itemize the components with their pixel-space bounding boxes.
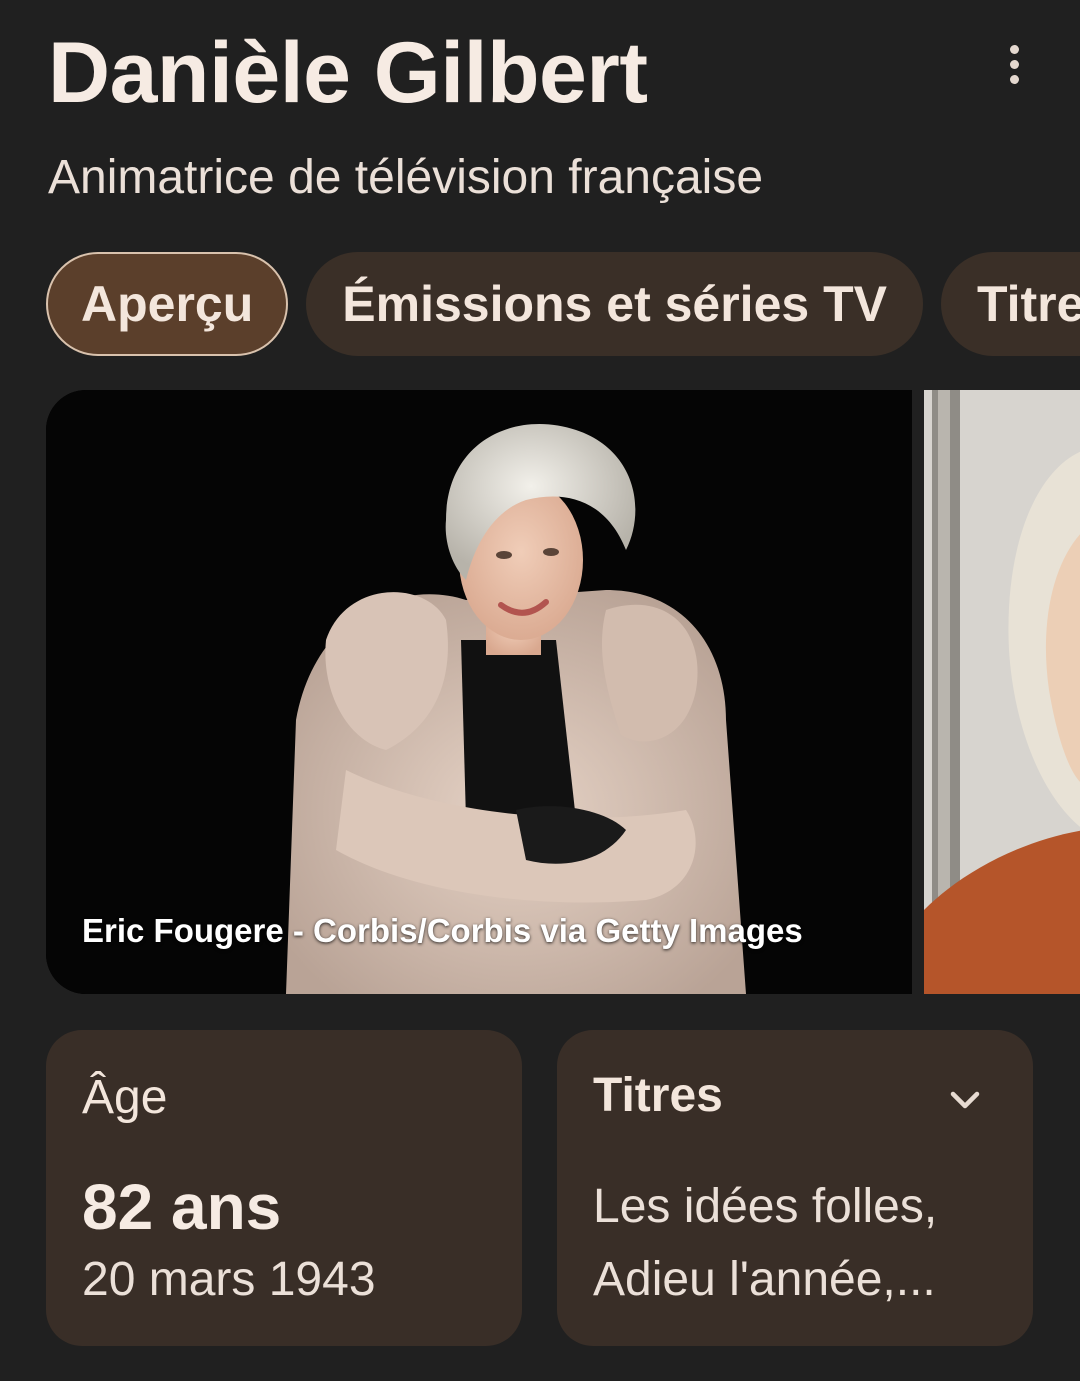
dot — [1009, 59, 1019, 69]
tab-bar: Aperçu Émissions et séries TV Titres — [46, 252, 1080, 356]
main-photo[interactable]: Eric Fougere - Corbis/Corbis via Getty I… — [46, 390, 912, 994]
birth-date: 20 mars 1943 — [82, 1253, 376, 1306]
titles-summary: Les idées folles, Adieu l'année,... — [593, 1180, 938, 1306]
portrait-image-secondary — [924, 390, 1080, 994]
secondary-photo[interactable] — [924, 390, 1080, 994]
age-label: Âge — [82, 1071, 168, 1124]
more-options-icon[interactable] — [996, 40, 1032, 88]
tab-emissions-series-tv[interactable]: Émissions et séries TV — [306, 252, 923, 356]
age-card[interactable]: Âge 82 ans 20 mars 1943 — [46, 1030, 522, 1346]
tab-titres[interactable]: Titres — [940, 252, 1080, 356]
tab-apercu[interactable]: Aperçu — [46, 252, 289, 356]
chevron-down-icon[interactable] — [945, 1080, 985, 1120]
photo-credit: Eric Fougere - Corbis/Corbis via Getty I… — [82, 912, 803, 949]
dot — [1009, 74, 1019, 84]
titles-card[interactable]: Titres Les idées folles, Adieu l'année,.… — [557, 1030, 1033, 1346]
page-title: Danièle Gilbert — [48, 25, 648, 121]
dot — [1009, 44, 1019, 54]
titles-label: Titres — [593, 1069, 723, 1122]
age-value: 82 ans — [82, 1171, 282, 1243]
page-subtitle: Animatrice de télévision française — [48, 151, 764, 204]
knowledge-panel: Danièle Gilbert Animatrice de télévision… — [0, 0, 1080, 1381]
portrait-image — [46, 390, 912, 994]
